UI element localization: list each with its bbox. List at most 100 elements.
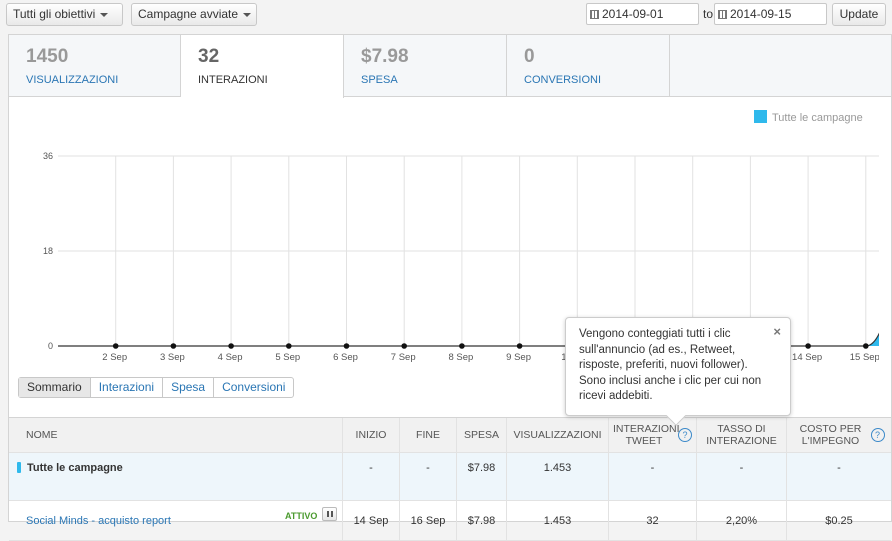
campaign-views: 1.453 bbox=[506, 501, 608, 540]
view-tab-spesa[interactable]: Spesa bbox=[163, 378, 215, 397]
x-tick-label: 8 Sep bbox=[448, 352, 473, 363]
tab-label: CONVERSIONI bbox=[524, 74, 602, 86]
header-tweet-interactions-label: INTERAZIONI TWEET bbox=[613, 423, 680, 447]
data-point bbox=[401, 343, 408, 349]
series-area bbox=[865, 333, 879, 346]
analytics-panel: 1450 VISUALIZZAZIONI 32 INTERAZIONI $7.9… bbox=[8, 34, 892, 541]
totals-start: - bbox=[342, 453, 399, 500]
tooltip-text: Vengono conteggiati tutti i clic sull'an… bbox=[579, 328, 762, 402]
header-start[interactable]: INIZIO bbox=[342, 418, 399, 452]
view-tab-interazioni[interactable]: Interazioni bbox=[91, 378, 164, 397]
calendar-icon bbox=[590, 10, 599, 19]
objective-filter-label: Tutti gli obiettivi bbox=[13, 7, 96, 21]
close-icon[interactable]: × bbox=[773, 324, 781, 340]
header-cost-per-engagement-label: COSTO PER L'IMPEGNO bbox=[799, 423, 862, 447]
view-tab-sommario[interactable]: Sommario bbox=[19, 378, 91, 397]
header-views[interactable]: VISUALIZZAZIONI bbox=[506, 418, 608, 452]
legend-label: Tutte le campagne bbox=[772, 112, 863, 124]
end-date-input[interactable]: 2014-09-15 bbox=[714, 3, 827, 25]
data-point bbox=[459, 343, 465, 349]
totals-cost-per-engagement: - bbox=[786, 453, 891, 500]
calendar-icon bbox=[718, 10, 727, 19]
end-date-value: 2014-09-15 bbox=[730, 7, 792, 21]
view-tab-conversioni[interactable]: Conversioni bbox=[214, 378, 293, 397]
header-end[interactable]: FINE bbox=[399, 418, 456, 452]
header-spend[interactable]: SPESA bbox=[456, 418, 506, 452]
help-icon[interactable]: ? bbox=[870, 428, 885, 442]
totals-spend: $7.98 bbox=[456, 453, 506, 500]
totals-end: - bbox=[399, 453, 456, 500]
y-tick-label: 36 bbox=[43, 151, 53, 161]
data-point bbox=[228, 343, 234, 349]
header-name[interactable]: NOME bbox=[9, 418, 342, 452]
legend-swatch bbox=[754, 110, 767, 123]
tab-conversioni[interactable]: 0 CONVERSIONI bbox=[507, 35, 670, 97]
help-icon[interactable]: ? bbox=[678, 428, 692, 442]
totals-row: Tutte le campagne - - $7.98 1.453 - - - bbox=[9, 453, 891, 501]
toolbar: Tutti gli obiettivi Campagne avviate 201… bbox=[0, 0, 892, 32]
x-tick-label: 4 Sep bbox=[218, 352, 243, 363]
table-row: Social Minds - acquisto report ATTIVO 14… bbox=[9, 501, 891, 541]
tab-spesa[interactable]: $7.98 SPESA bbox=[344, 35, 507, 97]
chart-legend[interactable]: Tutte le campagne bbox=[754, 110, 863, 124]
x-tick-label: 9 Sep bbox=[506, 352, 531, 363]
table-header: NOME INIZIO FINE SPESA VISUALIZZAZIONI I… bbox=[9, 417, 891, 453]
tab-label: INTERAZIONI bbox=[198, 74, 268, 86]
data-point bbox=[863, 343, 869, 349]
tab-value: $7.98 bbox=[361, 46, 409, 67]
metric-tabs: 1450 VISUALIZZAZIONI 32 INTERAZIONI $7.9… bbox=[9, 35, 891, 98]
totals-tweet-interactions: - bbox=[608, 453, 696, 500]
header-cost-per-engagement[interactable]: COSTO PER L'IMPEGNO? bbox=[786, 418, 891, 452]
date-range-separator: to bbox=[703, 7, 714, 21]
tab-visualizzazioni[interactable]: 1450 VISUALIZZAZIONI bbox=[9, 35, 181, 97]
data-point bbox=[343, 343, 350, 349]
chevron-down-icon bbox=[243, 12, 252, 17]
tab-interazioni[interactable]: 32 INTERAZIONI bbox=[181, 35, 344, 98]
status-badge: ATTIVO bbox=[285, 511, 318, 521]
chevron-down-icon bbox=[100, 12, 109, 17]
tab-value: 0 bbox=[524, 46, 535, 67]
header-interaction-rate[interactable]: TASSO DI INTERAZIONE bbox=[696, 418, 786, 452]
campaign-tweet-interactions: 32 bbox=[608, 501, 696, 540]
pause-icon[interactable] bbox=[322, 507, 337, 521]
campaign-spend: $7.98 bbox=[456, 501, 506, 540]
totals-name: Tutte le campagne bbox=[27, 462, 123, 474]
totals-views: 1.453 bbox=[506, 453, 608, 500]
header-tweet-interactions[interactable]: INTERAZIONI TWEET? bbox=[608, 418, 696, 452]
update-button[interactable]: Update bbox=[832, 3, 886, 26]
start-date-value: 2014-09-01 bbox=[602, 7, 664, 21]
x-tick-label: 7 Sep bbox=[391, 352, 416, 363]
data-point bbox=[286, 343, 292, 349]
x-tick-label: 2 Sep bbox=[102, 352, 127, 363]
campaign-filter-label: Campagne avviate bbox=[138, 7, 239, 21]
campaign-start: 14 Sep bbox=[342, 501, 399, 540]
x-tick-label: 5 Sep bbox=[275, 352, 300, 363]
campaign-name-cell: Social Minds - acquisto report ATTIVO bbox=[9, 501, 342, 540]
x-tick-label: 6 Sep bbox=[333, 352, 358, 363]
data-point bbox=[516, 343, 523, 349]
campaign-interaction-rate: 2,20% bbox=[696, 501, 786, 540]
totals-interaction-rate: - bbox=[696, 453, 786, 500]
tab-label: VISUALIZZAZIONI bbox=[26, 74, 119, 86]
view-selector: Sommario Interazioni Spesa Conversioni bbox=[18, 377, 295, 398]
campaign-name-link[interactable]: Social Minds - acquisto report bbox=[26, 515, 171, 527]
campaign-table: NOME INIZIO FINE SPESA VISUALIZZAZIONI I… bbox=[9, 417, 891, 541]
y-tick-label: 18 bbox=[43, 246, 53, 256]
tab-label: SPESA bbox=[361, 74, 398, 86]
x-tick-label: 14 Sep bbox=[792, 352, 822, 363]
campaign-end: 16 Sep bbox=[399, 501, 456, 540]
x-tick-label: 3 Sep bbox=[160, 352, 185, 363]
x-tick-label: 15 Sep bbox=[850, 352, 879, 363]
tab-value: 1450 bbox=[26, 46, 69, 67]
data-point bbox=[112, 343, 119, 349]
y-tick-label: 0 bbox=[48, 341, 53, 351]
series-color-marker bbox=[17, 462, 21, 473]
help-tooltip: × Vengono conteggiati tutti i clic sull'… bbox=[565, 317, 791, 426]
objective-filter-dropdown[interactable]: Tutti gli obiettivi bbox=[6, 3, 123, 26]
series-line bbox=[865, 332, 879, 347]
data-point bbox=[805, 343, 811, 349]
totals-name-cell: Tutte le campagne bbox=[9, 453, 342, 500]
start-date-input[interactable]: 2014-09-01 bbox=[586, 3, 699, 25]
data-point bbox=[170, 343, 177, 349]
campaign-filter-dropdown[interactable]: Campagne avviate bbox=[131, 3, 257, 26]
